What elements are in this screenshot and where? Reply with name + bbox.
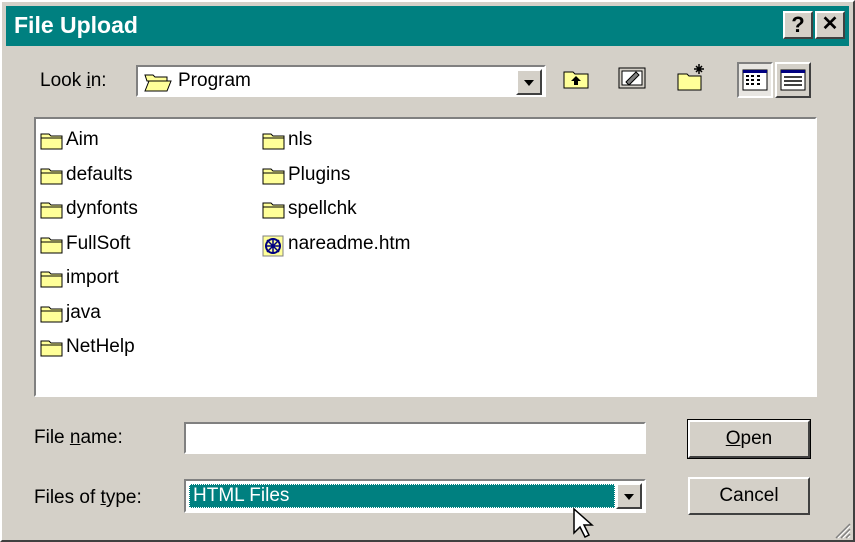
look-in-label: Look in: (40, 70, 107, 92)
file-type-selection: HTML Files (189, 484, 615, 508)
file-name-label-post: ame: (80, 427, 123, 448)
file-name: Plugins (288, 163, 351, 185)
folder-icon (40, 133, 63, 150)
folder-icon (40, 306, 63, 322)
title-bar[interactable]: File Upload ? ✕ (6, 6, 849, 46)
file-list[interactable]: Aim defaults dynfonts FullSoft import java Net… (34, 117, 817, 397)
folder-icon (262, 168, 285, 184)
look-in-dropdown[interactable]: Program (136, 65, 546, 97)
file-name-input[interactable] (184, 422, 646, 454)
help-icon: ? (791, 12, 805, 37)
file-upload-dialog: File Upload ? ✕ Look in: Program Aim def… (0, 0, 855, 542)
resize-grip-icon[interactable] (834, 522, 852, 540)
file-name: java (66, 301, 101, 323)
mouse-cursor-icon (573, 507, 594, 539)
folder-icon (40, 237, 63, 253)
file-name: nareadme.htm (288, 232, 411, 254)
details-view-icon (780, 69, 806, 91)
up-folder-icon (563, 71, 589, 89)
cancel-button-label: Cancel (719, 485, 779, 506)
look-in-dropdown-arrow[interactable] (516, 69, 542, 95)
file-type-dropdown-arrow[interactable] (616, 483, 642, 509)
folder-icon (40, 168, 63, 184)
close-button[interactable]: ✕ (815, 11, 845, 39)
file-name: Aim (66, 129, 99, 150)
file-name-label-accel: n (69, 427, 81, 448)
list-view-icon (742, 69, 768, 91)
list-view-button[interactable] (737, 62, 773, 98)
details-view-button[interactable] (775, 62, 811, 98)
folder-icon (262, 202, 285, 219)
file-type-label-post: ype: (105, 487, 142, 508)
look-in-label-post: n: (90, 70, 107, 91)
html-file-icon (262, 235, 284, 256)
file-name-label: File name: (34, 427, 123, 449)
look-in-label-pre: Look (40, 70, 87, 91)
open-button-label: pen (740, 428, 773, 449)
file-type-label: Files of type: (34, 487, 142, 509)
cancel-button[interactable]: Cancel (688, 477, 810, 515)
open-folder-icon (144, 74, 172, 92)
file-name: import (66, 267, 119, 288)
file-name: spellchk (288, 198, 357, 219)
desktop-button[interactable] (616, 62, 652, 98)
file-type-label-pre: Files of (34, 487, 101, 508)
folder-icon (40, 202, 63, 219)
look-in-value: Program (178, 70, 251, 91)
file-name: defaults (66, 163, 133, 185)
file-name: NetHelp (66, 336, 135, 357)
file-name-label-pre: File (34, 427, 70, 448)
desktop-icon (618, 67, 646, 89)
folder-icon (262, 133, 285, 150)
open-button-accel: O (725, 428, 741, 449)
new-folder-icon (677, 64, 704, 91)
close-icon: ✕ (821, 13, 839, 35)
help-button[interactable]: ? (783, 11, 813, 39)
file-name: FullSoft (66, 232, 131, 254)
file-name: dynfonts (66, 198, 138, 219)
up-one-level-button[interactable] (560, 62, 596, 98)
folder-icon (40, 271, 63, 288)
file-type-value: HTML Files (193, 485, 290, 506)
open-button[interactable]: Open (687, 419, 811, 459)
file-name: nls (288, 129, 313, 150)
new-folder-button[interactable] (675, 62, 711, 98)
dialog-title: File Upload (14, 12, 138, 38)
folder-icon (40, 340, 63, 357)
